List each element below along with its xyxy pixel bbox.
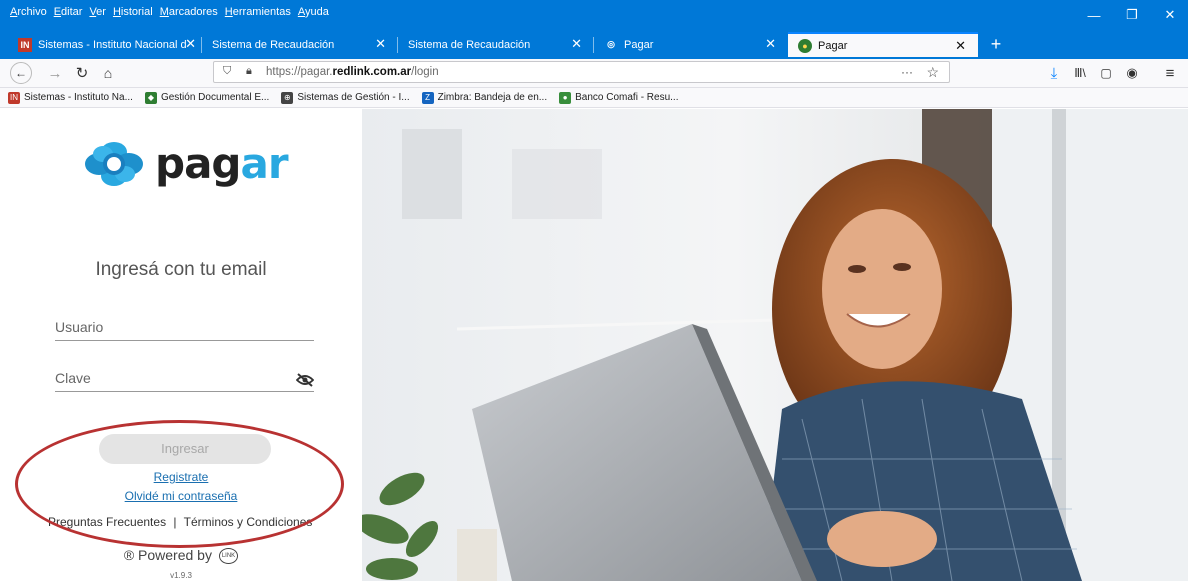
bookmark-favicon-icon: ◆ <box>144 91 157 104</box>
account-icon[interactable]: ◉ <box>1120 62 1144 84</box>
bookmark-item[interactable]: ◆ Gestión Documental E... <box>144 91 270 104</box>
hero-photo <box>362 109 1188 581</box>
login-panel: pagar Ingresá con tu email Usuario Clave… <box>0 109 362 581</box>
reload-icon[interactable]: ↻ <box>70 62 94 84</box>
version-label: v1.9.3 <box>170 571 192 580</box>
tab-label: Sistemas - Instituto Nacional d <box>38 38 187 51</box>
menu-item-ver[interactable]: Ver <box>89 6 106 18</box>
new-tab-icon[interactable]: + <box>985 30 1007 59</box>
close-tab-icon[interactable]: ✕ <box>375 36 386 52</box>
download-icon[interactable]: ⤓ <box>1042 62 1066 84</box>
password-field[interactable]: Clave <box>55 367 314 392</box>
pagar-logo: pagar <box>83 139 289 188</box>
pagar-flower-icon <box>85 141 143 186</box>
bookmark-item[interactable]: ⊕ Sistemas de Gestión - I... <box>281 91 410 104</box>
bookmark-item[interactable]: Z Zimbra: Bandeja de en... <box>421 91 548 104</box>
instituto-favicon-icon: IN <box>18 37 32 52</box>
pagar-favicon-icon: ● <box>798 38 812 53</box>
sidebar-icon[interactable]: ▢ <box>1094 62 1118 84</box>
footer-links: Preguntas Frecuentes | Términos y Condic… <box>48 515 312 529</box>
password-label: Clave <box>55 370 91 386</box>
tab-recaudacion-2[interactable]: Sistema de Recaudación ✕ <box>398 32 594 57</box>
close-tab-icon[interactable]: ✕ <box>765 36 776 52</box>
bookmark-label: Zimbra: Bandeja de en... <box>437 92 548 103</box>
tab-label: Pagar <box>624 38 654 51</box>
home-icon[interactable]: ⌂ <box>96 62 120 84</box>
bookmark-label: Gestión Documental E... <box>160 92 270 103</box>
tab-recaudacion-1[interactable]: Sistema de Recaudación ✕ <box>202 32 398 57</box>
forgot-password-link[interactable]: Olvidé mi contraseña <box>0 489 362 503</box>
login-heading: Ingresá con tu email <box>95 259 267 280</box>
bookmark-favicon-icon: ⊕ <box>281 91 294 104</box>
menu-hamburger-icon[interactable]: ≡ <box>1158 62 1182 84</box>
restore-icon[interactable]: ❐ <box>1114 0 1150 30</box>
pagar-favicon-icon: ◎ <box>607 39 615 49</box>
bookmark-item[interactable]: ● Banco Comafi - Resu... <box>559 91 679 104</box>
powered-by-text: ® Powered by <box>123 547 212 563</box>
user-field[interactable]: Usuario <box>55 316 314 341</box>
nav-bar: ← → ↻ ⌂ ⛉ 🔒︎ https://pagar.redlink.com.a… <box>0 59 1188 88</box>
menu-item-ayuda[interactable]: Ayuda <box>298 6 329 18</box>
menu-item-herramientas[interactable]: Herramientas <box>225 6 291 18</box>
bookmark-label: Sistemas - Instituto Na... <box>24 92 133 103</box>
tab-pagar-active[interactable]: ● Pagar ✕ <box>788 32 978 57</box>
bookmark-label: Banco Comafi - Resu... <box>575 92 679 103</box>
powered-by: ® Powered by LINK <box>0 547 362 565</box>
tab-label: Pagar <box>818 39 848 52</box>
back-icon[interactable]: ← <box>10 62 32 84</box>
shield-icon[interactable]: ⛉ <box>223 65 231 78</box>
url-bar[interactable]: ⛉ 🔒︎ https://pagar.redlink.com.ar/login … <box>213 61 950 83</box>
menu-list: Archivo Editar Ver Historial Marcadores Herra… <box>10 6 329 18</box>
bookmark-favicon-icon: Z <box>421 91 434 104</box>
logo-text: pagar <box>155 139 289 188</box>
menu-item-marcadores[interactable]: Marcadores <box>160 6 218 18</box>
user-label: Usuario <box>55 319 104 335</box>
tab-sistemas-instituto[interactable]: IN Sistemas - Instituto Nacional d ✕ <box>8 32 202 57</box>
menu-item-archivo[interactable]: Archivo <box>10 6 47 18</box>
menu-item-editar[interactable]: Editar <box>54 6 83 18</box>
library-icon[interactable]: Ⅲ\ <box>1068 62 1092 84</box>
url-text[interactable]: https://pagar.redlink.com.ar/login <box>266 66 439 78</box>
link-logo-icon: LINK <box>218 548 239 565</box>
close-tab-icon[interactable]: ✕ <box>185 36 196 52</box>
more-actions-icon[interactable]: ··· <box>901 65 913 79</box>
footer-divider: | <box>173 515 177 529</box>
hero-photo-illustration <box>362 109 1188 581</box>
tab-bar: IN Sistemas - Instituto Nacional d ✕ Sis… <box>0 30 1188 59</box>
bookmark-label: Sistemas de Gestión - I... <box>297 92 410 103</box>
close-tab-icon[interactable]: ✕ <box>955 38 966 54</box>
tab-label: Sistema de Recaudación <box>408 38 531 51</box>
close-window-icon[interactable]: ✕ <box>1152 0 1188 30</box>
register-link[interactable]: Registrate <box>0 470 362 484</box>
eye-off-icon[interactable] <box>296 373 314 387</box>
bookmark-favicon-icon: IN <box>8 91 20 104</box>
close-tab-icon[interactable]: ✕ <box>571 36 582 52</box>
minimize-icon[interactable]: — <box>1076 0 1112 30</box>
terms-link[interactable]: Términos y Condiciones <box>184 515 313 529</box>
menu-bar: Archivo Editar Ver Historial Marcadores Herra… <box>0 0 1188 30</box>
lock-icon[interactable]: 🔒︎ <box>246 65 252 78</box>
bookmarks-bar: IN Sistemas - Instituto Na... ◆ Gestión Doc… <box>0 88 1188 108</box>
menu-item-historial[interactable]: Historial <box>113 6 153 18</box>
tab-pagar-1[interactable]: ◎ Pagar ✕ <box>594 32 788 57</box>
tab-label: Sistema de Recaudación <box>212 38 335 51</box>
faq-link[interactable]: Preguntas Frecuentes <box>48 515 166 529</box>
bookmark-item[interactable]: IN Sistemas - Instituto Na... <box>8 91 133 104</box>
submit-button[interactable]: Ingresar <box>99 434 271 464</box>
bookmark-favicon-icon: ● <box>559 91 572 104</box>
bookmark-star-icon[interactable]: ☆ <box>926 64 939 81</box>
forward-icon[interactable]: → <box>43 62 67 84</box>
